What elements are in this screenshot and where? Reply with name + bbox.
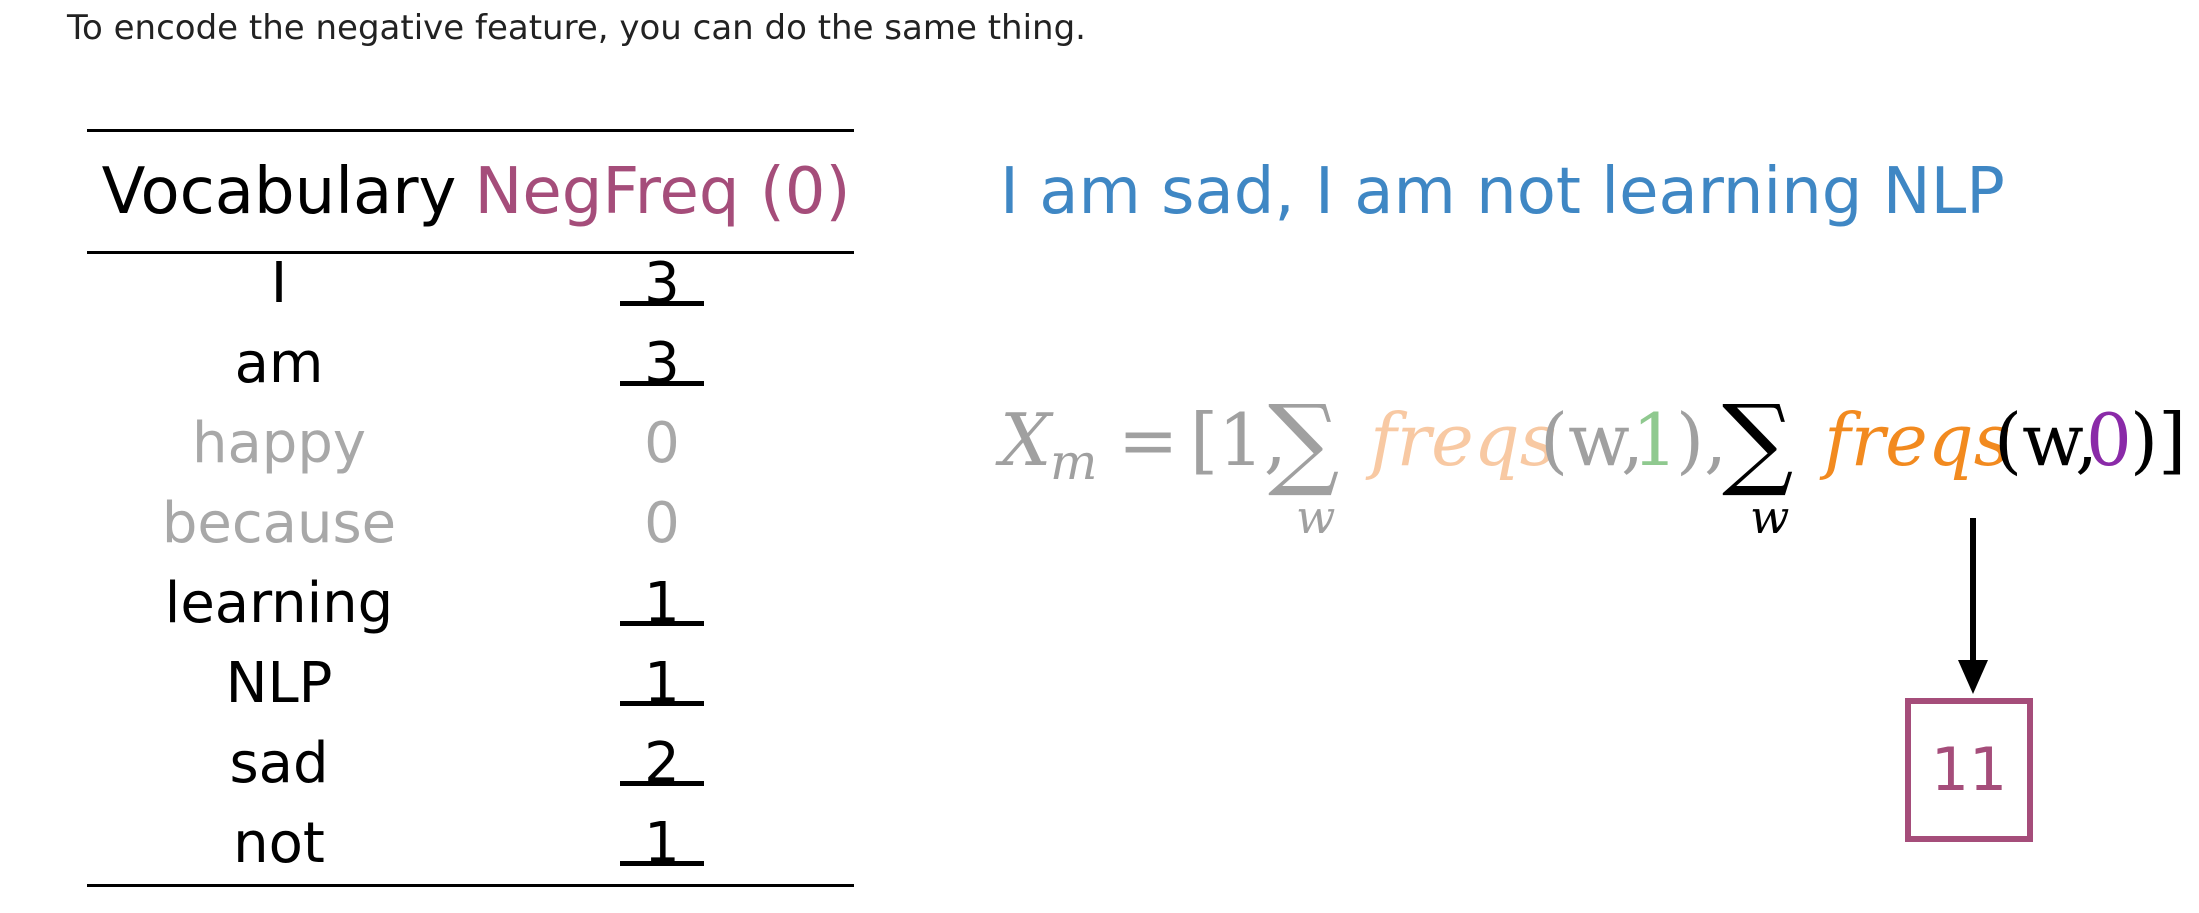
args-open-2: (w, bbox=[1994, 398, 2099, 482]
neg-frequency: 0 bbox=[644, 411, 680, 476]
neg-frequency: 1 bbox=[644, 571, 680, 636]
neg-frequency: 0 bbox=[644, 491, 680, 556]
neg-frequency: 3 bbox=[644, 251, 680, 316]
neg-frequency: 1 bbox=[644, 651, 680, 716]
feature-formula: X m = [1, ∑ w freqs (w, 1 ), ∑ w freqs (… bbox=[1000, 383, 2190, 550]
vocab-word: NLP bbox=[225, 651, 333, 716]
table-row: I3 bbox=[87, 244, 854, 324]
example-sentence: I am sad, I am not learning NLP bbox=[1000, 155, 2005, 229]
table-row: learning 1 bbox=[87, 564, 854, 644]
negfreq-header: NegFreq (0) bbox=[474, 155, 851, 229]
formula-lhs: X bbox=[1000, 398, 1052, 482]
freqs-term-2: freqs bbox=[1824, 398, 2011, 482]
table-row: NLP 1 bbox=[87, 644, 854, 724]
vocabulary-header: Vocabulary bbox=[101, 155, 457, 229]
args-close-1: ), bbox=[1676, 398, 1727, 482]
formula-equals: = bbox=[1118, 398, 1179, 482]
table-row: sad 2 bbox=[87, 724, 854, 804]
result-box: 11 bbox=[1905, 698, 2033, 842]
table-bottom-rule bbox=[87, 884, 854, 887]
table-top-rule bbox=[87, 129, 854, 132]
intro-text: To encode the negative feature, you can … bbox=[67, 8, 1086, 48]
formula-lhs-subscript: m bbox=[1050, 433, 1098, 491]
vocab-word: I bbox=[270, 251, 288, 316]
table-row: happy 0 bbox=[87, 404, 854, 484]
frequency-underline bbox=[620, 781, 704, 786]
vocab-word: happy bbox=[191, 411, 367, 476]
frequency-underline bbox=[620, 301, 704, 306]
frequency-underline bbox=[620, 861, 704, 866]
sum-subscript-2: w bbox=[1750, 490, 1790, 544]
table-row: am 3 bbox=[87, 324, 854, 404]
frequency-underline bbox=[620, 381, 704, 386]
vocab-word: because bbox=[161, 491, 397, 556]
down-arrow-icon bbox=[1958, 660, 1988, 694]
vocab-word: am bbox=[234, 331, 324, 396]
args-close-2: )] bbox=[2130, 398, 2187, 482]
table-row: because 0 bbox=[87, 484, 854, 564]
sum-subscript-1: w bbox=[1296, 490, 1336, 544]
class-label-1: 1 bbox=[1632, 398, 1678, 482]
freqs-term-1: freqs bbox=[1370, 398, 1557, 482]
table-row: not 1 bbox=[87, 804, 854, 884]
vocab-word: learning bbox=[164, 571, 394, 636]
frequency-underline bbox=[620, 701, 704, 706]
down-arrow-shaft bbox=[1970, 518, 1976, 668]
neg-frequency: 2 bbox=[644, 731, 680, 796]
neg-frequency: 3 bbox=[644, 331, 680, 396]
frequency-underline bbox=[620, 621, 704, 626]
neg-frequency: 1 bbox=[644, 811, 680, 876]
vocab-word: sad bbox=[229, 731, 329, 796]
args-open-1: (w, bbox=[1540, 398, 1645, 482]
class-label-0: 0 bbox=[2086, 398, 2132, 482]
vocab-word: not bbox=[233, 811, 325, 876]
